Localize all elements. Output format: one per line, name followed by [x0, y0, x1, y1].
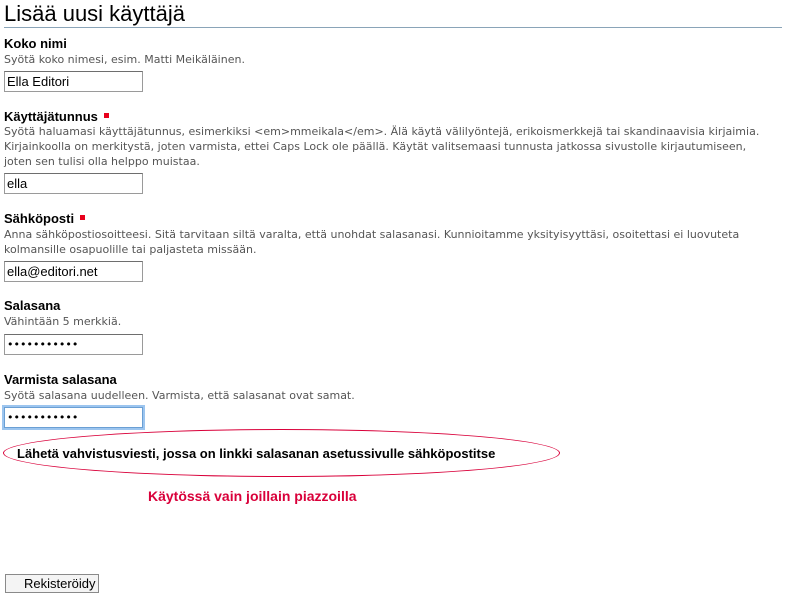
register-button[interactable]: Rekisteröidy: [5, 574, 99, 593]
confirm-password-label: Varmista salasana: [4, 372, 117, 387]
confirm-password-input[interactable]: •••••••••••: [4, 407, 143, 428]
page-title: Lisää uusi käyttäjä: [4, 1, 782, 28]
password-description: Vähintään 5 merkkiä.: [4, 315, 122, 328]
required-marker-icon: [103, 113, 109, 118]
password-label: Salasana: [4, 298, 60, 313]
password-label-text: Salasana: [4, 298, 61, 313]
email-description: Anna sähköpostiosoitteesi. Sitä tarvitaa…: [4, 228, 740, 256]
password-input[interactable]: •••••••••••: [4, 334, 143, 355]
full-name-description: Syötä koko nimesi, esim. Matti Meikäläin…: [4, 53, 245, 66]
email-input[interactable]: ella@editori.net: [4, 261, 143, 282]
availability-annotation: Käytössä vain joillain piazzoilla: [148, 488, 357, 504]
username-label-text: Käyttäjätunnus: [4, 109, 98, 124]
email-label-text: Sähköposti: [4, 211, 75, 226]
send-reset-link-label: Lähetä vahvistusviesti, jossa on linkki …: [17, 446, 496, 461]
confirm-password-description: Syötä salasana uudelleen. Varmista, että…: [4, 389, 355, 402]
confirm-password-label-text: Varmista salasana: [4, 372, 117, 387]
full-name-label: Koko nimi: [4, 36, 67, 51]
full-name-input[interactable]: Ella Editori: [4, 71, 143, 92]
full-name-label-text: Koko nimi: [4, 36, 67, 51]
email-label: Sähköposti: [4, 211, 86, 226]
username-label: Käyttäjätunnus: [4, 109, 109, 124]
username-input[interactable]: ella: [4, 173, 143, 194]
username-description: Syötä haluamasi käyttäjätunnus, esimerki…: [4, 125, 760, 168]
required-marker-icon: [80, 215, 86, 220]
